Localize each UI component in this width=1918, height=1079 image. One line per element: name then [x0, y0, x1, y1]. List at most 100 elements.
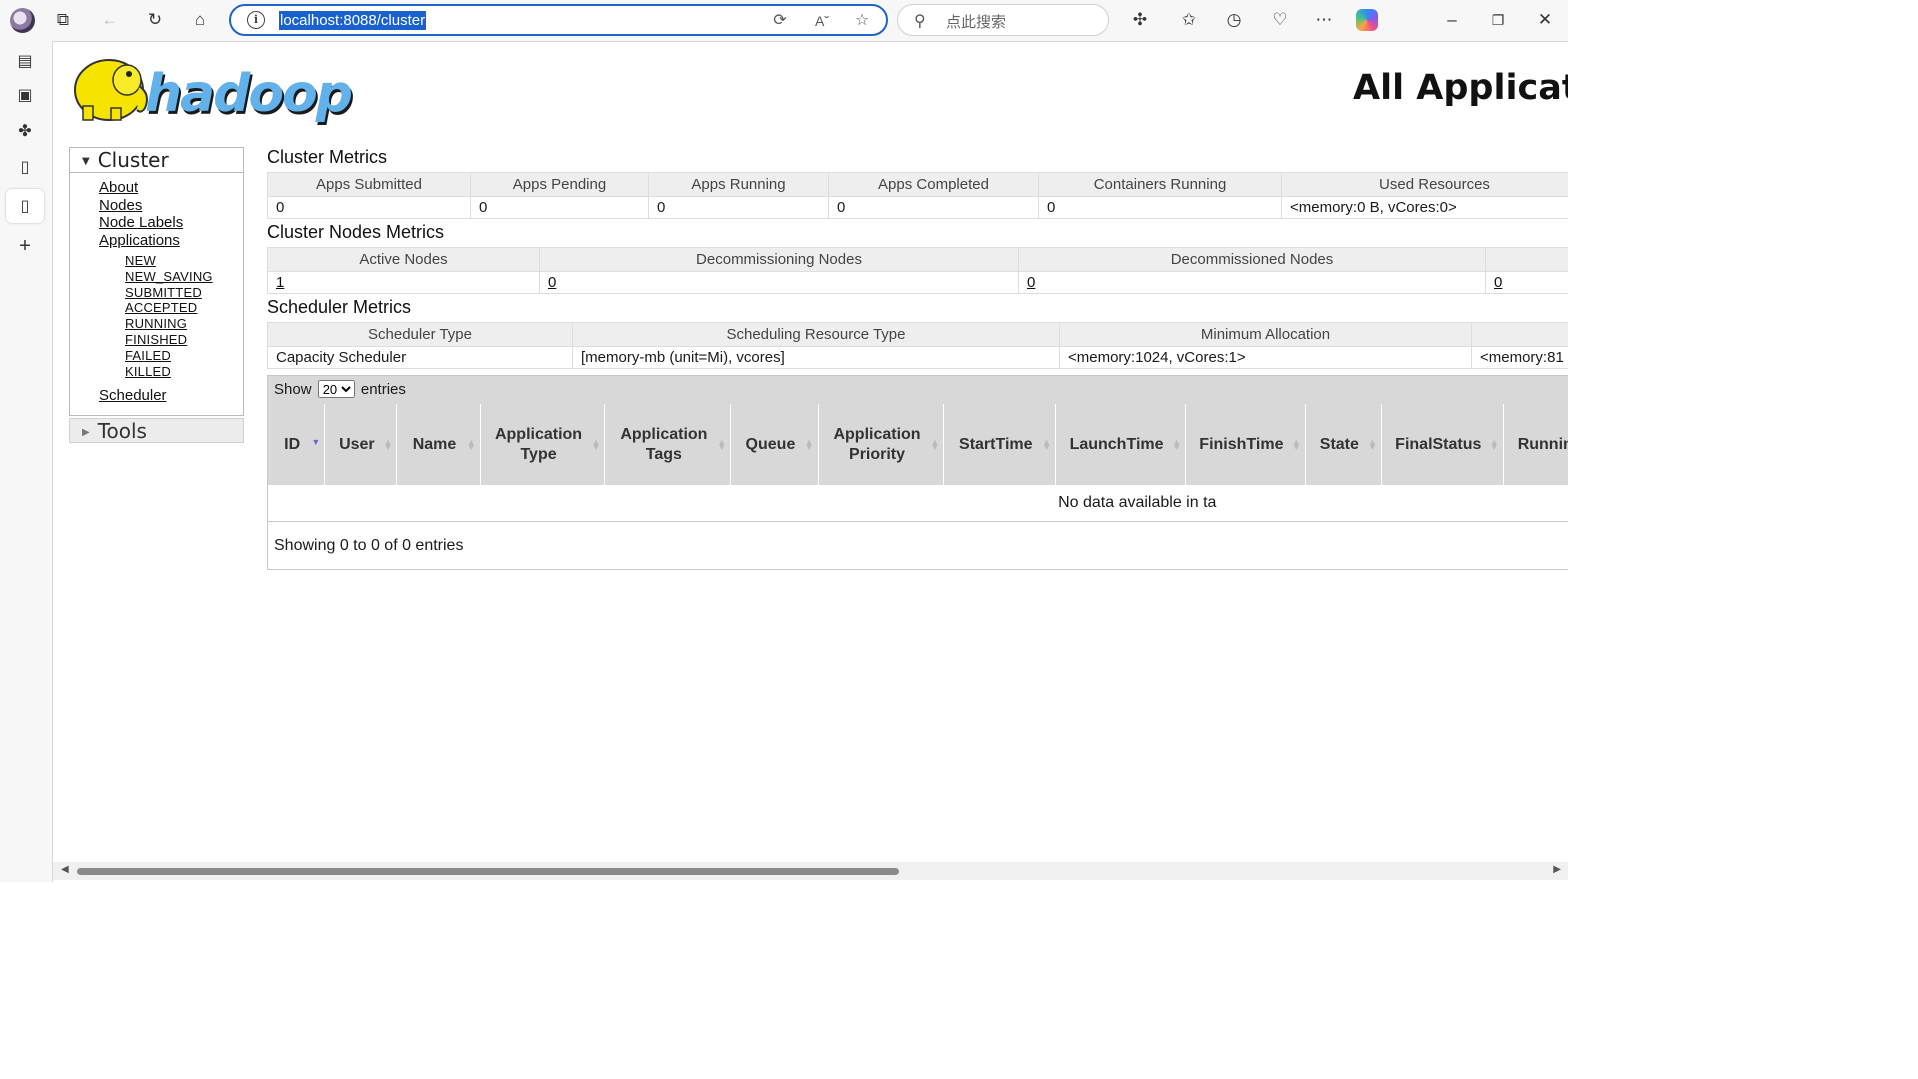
- state-link-running[interactable]: RUNNING: [125, 316, 243, 332]
- show-label: Show: [274, 381, 312, 398]
- url-text[interactable]: localhost:8088/cluster: [279, 11, 427, 30]
- state-link-finished[interactable]: FINISHED: [125, 332, 243, 348]
- nav-link-node-labels[interactable]: Node Labels: [99, 214, 243, 232]
- copilot-icon[interactable]: [1356, 9, 1378, 31]
- column-header-user[interactable]: User ▲ ▼: [324, 404, 398, 485]
- favorite-star-icon[interactable]: ☆: [851, 10, 873, 32]
- more-menu-icon[interactable]: ⋯: [1312, 8, 1336, 32]
- nodes-metrics-title: Cluster Nodes Metrics: [267, 222, 445, 242]
- table-info: Showing 0 to 0 of 0 entries: [274, 536, 464, 554]
- sort-icon: ▲ ▼: [804, 437, 814, 452]
- table-cell: 0: [470, 196, 649, 219]
- decommissioned-nodes-link[interactable]: 0: [1027, 274, 1035, 291]
- table-header: L: [1485, 247, 1568, 272]
- column-header-application-tags[interactable]: Application Tags ▲ ▼: [604, 404, 732, 485]
- table-cell: [memory-mb (unit=Mi), vcores]: [572, 346, 1060, 369]
- table-header: Apps Pending: [470, 172, 649, 197]
- column-header-finish-time[interactable]: FinishTime ▲ ▼: [1185, 404, 1306, 485]
- scrollbar-thumb[interactable]: [77, 868, 899, 875]
- table-header: Used Resources: [1281, 172, 1568, 197]
- history-icon[interactable]: ◷: [1222, 8, 1246, 32]
- column-header-start-time[interactable]: StartTime ▲ ▼: [943, 404, 1057, 485]
- favorites-icon[interactable]: ✩: [1177, 8, 1201, 32]
- cluster-label: Cluster: [97, 148, 169, 172]
- scheduler-metrics-title: Scheduler Metrics: [267, 297, 412, 317]
- home-icon[interactable]: ⌂: [188, 8, 212, 32]
- document-icon[interactable]: ▯: [13, 155, 37, 179]
- column-header-launch-time[interactable]: LaunchTime ▲ ▼: [1055, 404, 1186, 485]
- sort-icon: ▲ ▼: [591, 437, 601, 452]
- decommissioning-nodes-link[interactable]: 0: [548, 274, 556, 291]
- refresh-icon[interactable]: ↻: [143, 8, 167, 32]
- back-icon[interactable]: ←: [98, 8, 122, 32]
- column-header-state[interactable]: State ▲ ▼: [1305, 404, 1382, 485]
- column-header-application-type[interactable]: Application Type ▲ ▼: [480, 404, 606, 485]
- column-header-application-priority[interactable]: Application Priority ▲ ▼: [818, 404, 945, 485]
- applications-table-wrapper: Show 20 entries ID ▼ User ▲ ▼ Name ▲ ▼ Appli: [267, 375, 1568, 570]
- minimize-icon[interactable]: –: [1440, 8, 1464, 32]
- logo-wordmark-fill: hadoop: [145, 64, 352, 124]
- nav-link-nodes[interactable]: Nodes: [99, 197, 243, 215]
- read-aloud-icon[interactable]: Aˇ: [811, 10, 833, 32]
- page-icon[interactable]: ▯: [13, 194, 37, 218]
- cluster-header[interactable]: ▼ Cluster: [70, 148, 243, 173]
- table-cell: <memory:81: [1471, 346, 1568, 369]
- site-info-icon[interactable]: i: [247, 11, 265, 29]
- column-header-running-containers[interactable]: Running Containe: [1503, 404, 1568, 485]
- search-box[interactable]: ⚲ 点此搜索: [897, 4, 1109, 36]
- sort-icon: ▲ ▼: [930, 437, 940, 452]
- column-header-label: Queue: [745, 435, 796, 453]
- state-link-accepted[interactable]: ACCEPTED: [125, 300, 243, 316]
- table-header: Decommissioned Nodes: [1018, 247, 1486, 272]
- column-header-name[interactable]: Name ▲ ▼: [396, 404, 481, 485]
- table-cell: 0: [1038, 196, 1282, 219]
- state-link-submitted[interactable]: SUBMITTED: [125, 285, 243, 301]
- collapsed-triangle-icon: ▶: [82, 426, 90, 438]
- state-link-new[interactable]: NEW: [125, 253, 243, 269]
- table-header: Apps Running: [648, 172, 829, 197]
- add-icon[interactable]: +: [13, 234, 37, 258]
- column-header-queue[interactable]: Queue ▲ ▼: [730, 404, 819, 485]
- cluster-metrics-table: Apps Submitted Apps Pending Apps Running…: [267, 172, 1568, 219]
- browser-toolbar: ⧉ ← ↻ ⌂ i localhost:8088/cluster ⟳ Aˇ ☆ …: [0, 0, 1568, 41]
- state-link-new-saving[interactable]: NEW_SAVING: [125, 269, 243, 285]
- horizontal-scrollbar[interactable]: ◀ ▶: [53, 862, 1568, 880]
- close-icon[interactable]: ✕: [1533, 8, 1557, 32]
- tools-panel-icon[interactable]: ✤: [13, 119, 37, 143]
- page-title: All Applications: [1353, 68, 1568, 108]
- scroll-left-icon[interactable]: ◀: [61, 864, 69, 875]
- tab-actions-icon[interactable]: ⧉: [51, 8, 75, 32]
- main-content: Cluster Metrics Apps Submitted Apps Pend…: [267, 146, 1568, 570]
- column-header-id[interactable]: ID ▼: [268, 404, 326, 485]
- address-bar[interactable]: i localhost:8088/cluster ⟳ Aˇ ☆: [229, 4, 888, 36]
- extensions-icon[interactable]: ✣: [1128, 8, 1152, 32]
- state-link-failed[interactable]: FAILED: [125, 348, 243, 364]
- table-header: Apps Submitted: [267, 172, 471, 197]
- translate-icon[interactable]: ⟳: [769, 10, 791, 32]
- restore-icon[interactable]: ❐: [1486, 8, 1510, 32]
- active-nodes-link[interactable]: 1: [276, 274, 284, 291]
- sort-icon: ▲ ▼: [717, 437, 727, 452]
- page-length-control: Show 20 entries: [268, 376, 1568, 404]
- performance-icon[interactable]: ♡: [1268, 8, 1292, 32]
- column-header-label: Name: [412, 435, 457, 453]
- tabs-panel-icon[interactable]: ▤: [13, 49, 37, 73]
- lost-nodes-link[interactable]: 0: [1494, 274, 1502, 291]
- nav-link-about[interactable]: About: [99, 179, 243, 197]
- profile-avatar[interactable]: [10, 8, 35, 33]
- tools-header[interactable]: ▶ Tools: [69, 417, 244, 443]
- cluster-panel: ▼ Cluster About Nodes Node Labels Applica…: [69, 147, 244, 416]
- table-cell: 0: [648, 196, 829, 219]
- page-size-select[interactable]: 20: [317, 380, 355, 398]
- sort-icon: ▲ ▼: [1367, 437, 1377, 452]
- cluster-metrics-title: Cluster Metrics: [267, 147, 388, 167]
- scroll-right-icon[interactable]: ▶: [1553, 864, 1561, 875]
- table-cell: <memory:1024, vCores:1>: [1059, 346, 1472, 369]
- table-header: Containers Running: [1038, 172, 1282, 197]
- column-header-final-status[interactable]: FinalStatus ▲ ▼: [1381, 404, 1504, 485]
- nav-link-applications[interactable]: Applications: [99, 232, 243, 250]
- nav-link-scheduler[interactable]: Scheduler: [99, 387, 243, 405]
- collections-icon[interactable]: ▣: [13, 83, 37, 107]
- state-link-killed[interactable]: KILLED: [125, 364, 243, 380]
- sort-icon: ▲ ▼: [1172, 437, 1181, 452]
